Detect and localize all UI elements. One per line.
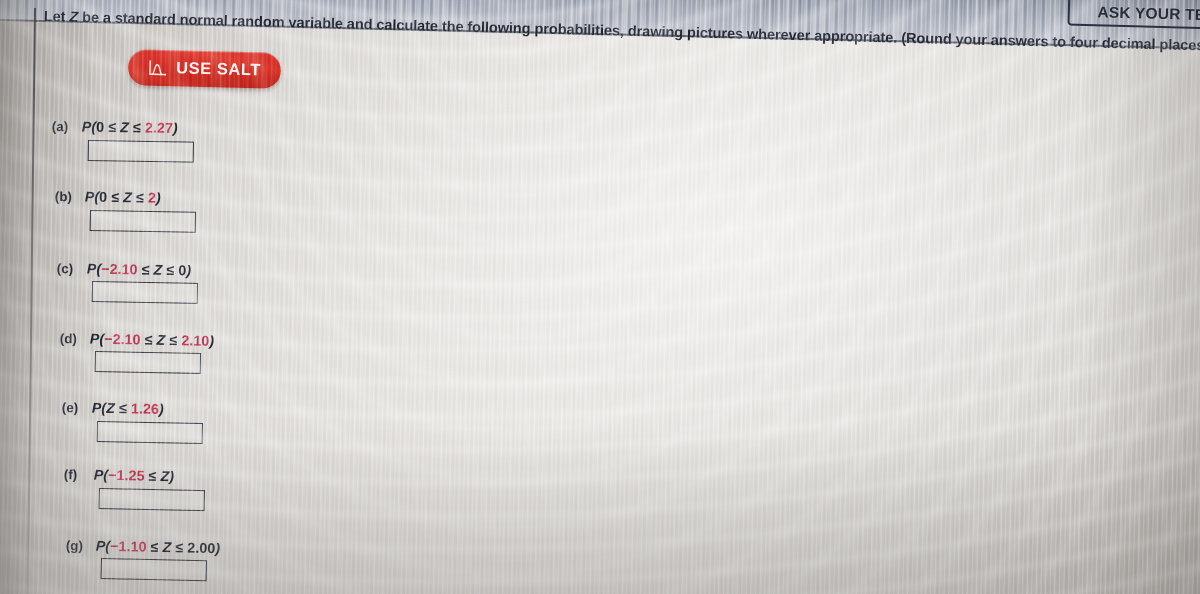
screenshot-photo: Let Z be a standard normal random variab… bbox=[0, 0, 1200, 594]
ask-your-teacher-label: ASK YOUR TEAC bbox=[1097, 4, 1200, 25]
photo-grain-layer bbox=[0, 0, 1200, 594]
ask-your-teacher-button[interactable]: ASK YOUR TEAC bbox=[1067, 0, 1200, 31]
